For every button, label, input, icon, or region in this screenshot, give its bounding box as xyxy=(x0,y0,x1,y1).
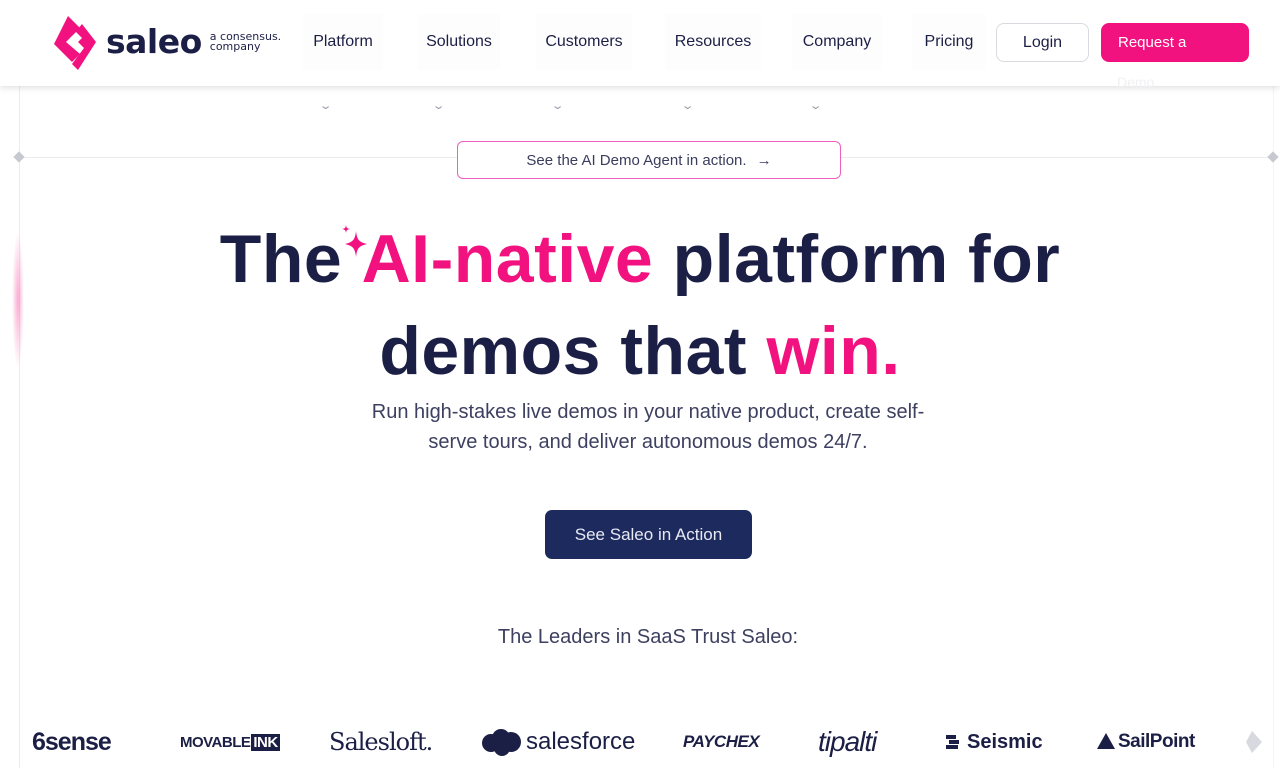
logo-paychex: PAYCHEX xyxy=(683,732,760,751)
chevron-down-icon[interactable]: ⌄ xyxy=(319,99,333,112)
hero-headline-accent: AI-native xyxy=(341,221,654,297)
hero-headline-pre: demos that xyxy=(379,313,767,389)
frame-corner-diamond xyxy=(13,151,25,163)
trust-heading: The Leaders in SaaS Trust Saleo: xyxy=(497,626,799,648)
nav-item-customers[interactable]: Customers xyxy=(536,14,632,70)
logo-movable-box: INK xyxy=(251,733,280,751)
chevron-down-icon[interactable]: ⌄ xyxy=(551,99,565,112)
top-navigation: saleo a consensus. company Platform Solu… xyxy=(0,0,1280,86)
see-saleo-in-action-button[interactable]: See Saleo in Action xyxy=(545,510,752,559)
nav-item-resources[interactable]: Resources xyxy=(665,14,761,70)
arrow-right-icon: → xyxy=(756,151,772,169)
logo-partial xyxy=(1244,722,1264,762)
brand-tagline-line2: company xyxy=(209,40,261,53)
frame-corner-diamond xyxy=(1267,151,1279,163)
logo-sailpoint: SailPoint xyxy=(1096,722,1195,762)
nav-item-solutions[interactable]: Solutions xyxy=(418,14,500,70)
sparkle-icon xyxy=(341,225,367,257)
brand-tagline: a consensus. company xyxy=(209,31,281,53)
ai-demo-agent-announcement[interactable]: See the AI Demo Agent in action. → xyxy=(457,141,841,179)
partial-logo-icon xyxy=(1246,731,1262,753)
brand-name: saleo xyxy=(106,21,202,61)
logo-salesforce: salesforce xyxy=(480,722,635,762)
nav-item-pricing[interactable]: Pricing xyxy=(912,14,986,70)
salesforce-cloud-icon xyxy=(482,729,521,756)
saleo-logo-mark-icon xyxy=(54,16,96,70)
logo-salesloft: Salesloft. xyxy=(329,728,433,756)
logo-6sense: 6sense xyxy=(32,727,112,756)
logo-seismic-text: Seismic xyxy=(967,730,1043,753)
nav-label: Platform xyxy=(313,33,373,50)
announcement-text: See the AI Demo Agent in action. xyxy=(526,151,747,169)
logo-salesforce-text: salesforce xyxy=(526,728,636,755)
nav-label: Solutions xyxy=(426,33,492,50)
request-demo-overflow-text: Demo xyxy=(1117,74,1155,90)
nav-label: Customers xyxy=(545,33,623,50)
chevron-down-icon[interactable]: ⌄ xyxy=(809,99,823,112)
hero-headline-line2: demos that win. xyxy=(0,312,1280,390)
logo-tipalti: tipalti xyxy=(818,726,877,757)
login-button[interactable]: Login xyxy=(996,23,1089,62)
hero-subtitle-line2: serve tours, and deliver autonomous demo… xyxy=(428,431,868,453)
sailpoint-mark-icon xyxy=(1097,733,1115,749)
saleo-logo[interactable]: saleo a consensus. company xyxy=(50,14,281,72)
hero-headline-line1: The AI-native platform for xyxy=(0,220,1280,298)
seismic-mark-icon xyxy=(946,735,959,749)
nav-item-company[interactable]: Company xyxy=(792,14,882,70)
request-demo-label: Request a xyxy=(1118,34,1187,51)
chevron-down-icon[interactable]: ⌄ xyxy=(432,99,446,112)
nav-item-platform[interactable]: Platform xyxy=(303,14,383,70)
nav-label: Company xyxy=(802,33,872,50)
hero-headline-accent: win. xyxy=(766,313,901,389)
request-demo-button[interactable]: Request a xyxy=(1101,23,1249,62)
logo-sailpoint-text: SailPoint xyxy=(1118,731,1195,752)
nav-label: Pricing xyxy=(924,33,974,50)
logo-movable-text: MOVABLE xyxy=(180,733,251,751)
hero-accent-text: AI-native xyxy=(361,221,654,297)
nav-label: Resources xyxy=(674,33,752,50)
hero-subtitle: Run high-stakes live demos in your nativ… xyxy=(0,397,1280,457)
hero-headline-post: platform for xyxy=(653,221,1061,297)
logo-movable-ink: MOVABLE INK xyxy=(180,722,280,762)
logo-seismic: Seismic xyxy=(946,722,1043,762)
hero-subtitle-line1: Run high-stakes live demos in your nativ… xyxy=(371,401,925,423)
chevron-down-icon[interactable]: ⌄ xyxy=(681,99,695,112)
